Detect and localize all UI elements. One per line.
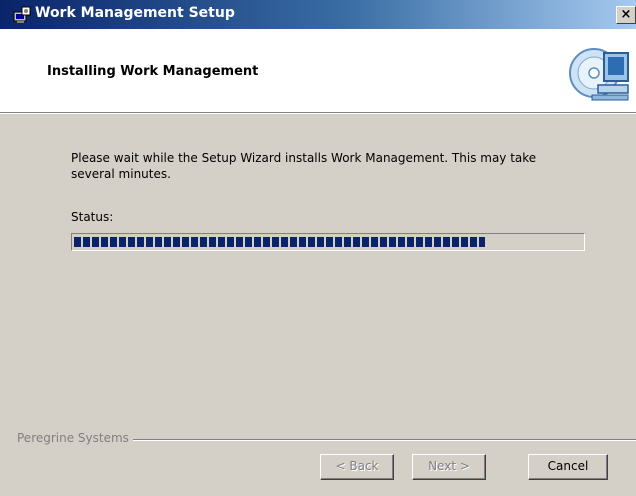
- header-banner: Installing Work Management: [0, 29, 636, 112]
- progress-bar: [71, 233, 585, 251]
- header-divider-highlight: [0, 113, 636, 114]
- progress-fill: [74, 237, 486, 247]
- cancel-button[interactable]: Cancel: [528, 454, 608, 480]
- installer-icon: [13, 6, 31, 23]
- install-disk-computer-icon: [569, 48, 629, 101]
- install-description: Please wait while the Setup Wizard insta…: [71, 151, 537, 181]
- page-title: Installing Work Management: [47, 64, 259, 79]
- close-icon: ×: [620, 7, 632, 22]
- close-button[interactable]: ×: [616, 6, 636, 24]
- next-button[interactable]: Next >: [412, 454, 486, 480]
- back-button[interactable]: < Back: [320, 454, 394, 480]
- title-bar[interactable]: Work Management Setup ×: [0, 0, 636, 29]
- window-title: Work Management Setup: [35, 5, 235, 21]
- setup-dialog: Work Management Setup × Installing Work …: [0, 0, 636, 496]
- status-label: Status:: [71, 210, 114, 224]
- brand-label: Peregrine Systems: [17, 431, 133, 445]
